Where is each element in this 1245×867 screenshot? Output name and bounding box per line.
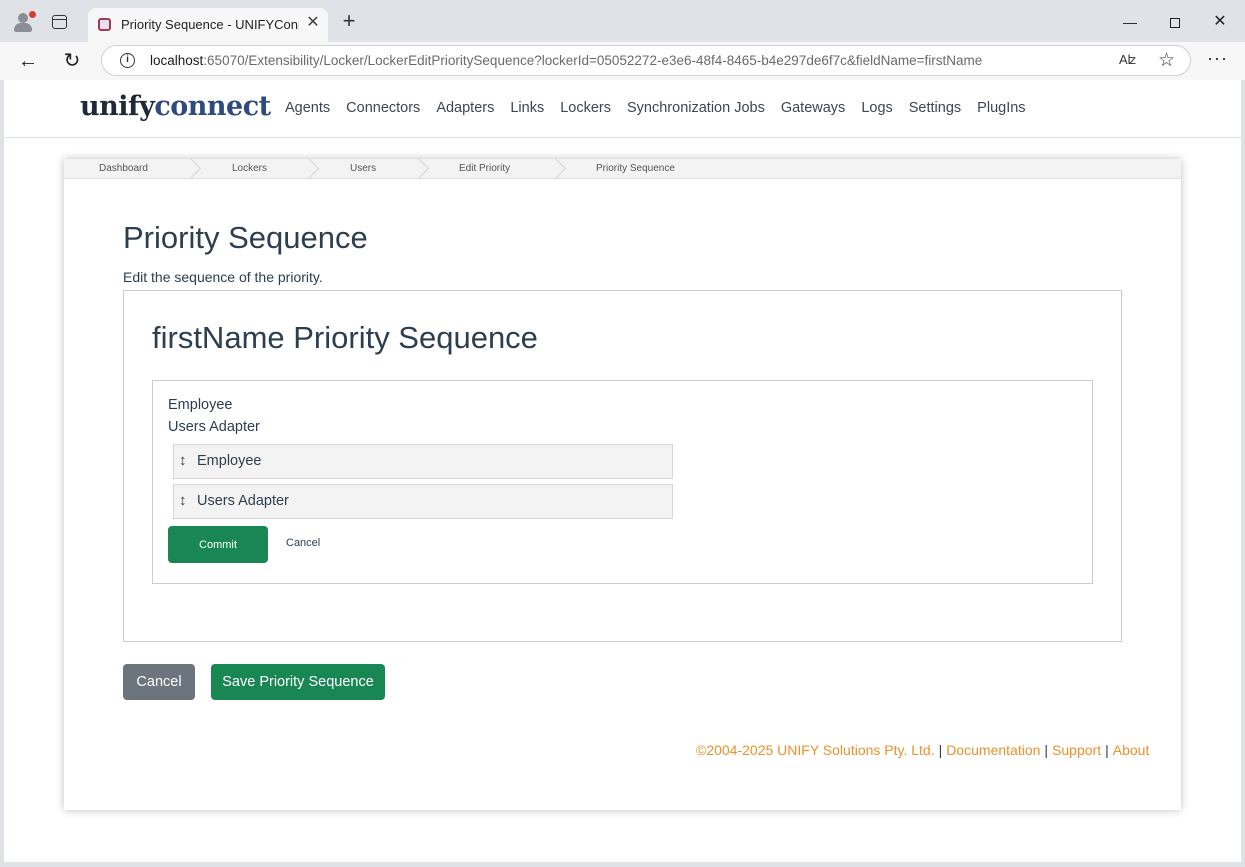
profile-icon[interactable] bbox=[12, 11, 36, 33]
sortable-item-label: Users Adapter bbox=[197, 493, 289, 509]
breadcrumb-separator bbox=[189, 159, 201, 179]
tab-title: Priority Sequence - UNIFYConnect bbox=[121, 17, 299, 32]
breadcrumb-users[interactable]: Users bbox=[350, 163, 376, 174]
site-favicon-icon bbox=[98, 18, 111, 31]
site-footer: ©2004-2025 UNIFY Solutions Pty. Ltd. | Doc… bbox=[696, 742, 1149, 758]
new-tab-button[interactable]: + bbox=[338, 10, 360, 32]
minimize-button[interactable]: — bbox=[1117, 10, 1143, 34]
page-title: Priority Sequence bbox=[123, 220, 368, 255]
reload-icon[interactable]: ↻ bbox=[60, 49, 84, 73]
breadcrumb-separator bbox=[307, 159, 319, 179]
drag-handle-icon[interactable]: ↕ bbox=[179, 452, 187, 469]
breadcrumb-dashboard[interactable]: Dashboard bbox=[99, 163, 148, 174]
footer-about-link[interactable]: About bbox=[1113, 742, 1150, 758]
content-card: Dashboard Lockers Users Edit Priority Pr… bbox=[64, 159, 1181, 810]
back-icon[interactable]: ← bbox=[16, 49, 40, 73]
footer-separator: | bbox=[1044, 742, 1049, 758]
more-menu-icon[interactable]: ··· bbox=[1207, 48, 1228, 69]
url-path: :65070/Extensibility/Locker/LockerEditPr… bbox=[203, 53, 983, 68]
sortable-item-users-adapter[interactable]: ↕ Users Adapter bbox=[173, 484, 673, 519]
drag-handle-icon[interactable]: ↕ bbox=[179, 492, 187, 509]
url-text[interactable]: localhost:65070/Extensibility/Locker/Loc… bbox=[150, 53, 982, 68]
footer-separator: | bbox=[1105, 742, 1109, 758]
browser-titlebar: Priority Sequence - UNIFYConnect ✕ + — ✕ bbox=[0, 0, 1245, 42]
maximize-button[interactable] bbox=[1162, 10, 1188, 34]
tab-close-icon[interactable]: ✕ bbox=[304, 14, 322, 32]
sortable-item-employee[interactable]: ↕ Employee bbox=[173, 444, 673, 479]
footer-support-link[interactable]: Support bbox=[1052, 742, 1101, 758]
nav-connectors[interactable]: Connectors bbox=[346, 100, 420, 116]
address-bar[interactable]: i localhost:65070/Extensibility/Locker/L… bbox=[101, 45, 1191, 76]
list-item: Employee bbox=[168, 397, 233, 413]
browser-tab[interactable]: Priority Sequence - UNIFYConnect ✕ bbox=[88, 8, 328, 42]
sequence-editor: Employee Users Adapter ↕ Employee ↕ User… bbox=[152, 380, 1093, 584]
section-title: firstName Priority Sequence bbox=[152, 320, 538, 355]
maximize-icon bbox=[1170, 18, 1180, 29]
breadcrumb-lockers[interactable]: Lockers bbox=[232, 163, 267, 174]
site-header: unifyconnect Agents Connectors Adapters … bbox=[4, 80, 1241, 138]
window-bottom-edge bbox=[0, 862, 1245, 867]
close-window-button[interactable]: ✕ bbox=[1207, 10, 1233, 34]
commit-button[interactable]: Commit bbox=[168, 526, 268, 563]
breadcrumb-separator bbox=[554, 159, 566, 179]
read-aloud-icon[interactable]: Aʫ bbox=[1119, 52, 1136, 67]
page-viewport: unifyconnect Agents Connectors Adapters … bbox=[4, 80, 1241, 862]
nav-settings[interactable]: Settings bbox=[909, 100, 961, 116]
nav-plugins[interactable]: PlugIns bbox=[977, 100, 1025, 116]
breadcrumb-separator bbox=[417, 159, 429, 179]
nav-links[interactable]: Links bbox=[510, 100, 544, 116]
main-nav: Agents Connectors Adapters Links Lockers… bbox=[285, 100, 1026, 116]
footer-copyright: ©2004-2025 UNIFY Solutions Pty. Ltd. bbox=[696, 742, 935, 758]
favorite-star-icon[interactable]: ☆ bbox=[1158, 49, 1175, 72]
browser-toolbar: ← ↻ i localhost:65070/Extensibility/Lock… bbox=[0, 42, 1245, 80]
footer-separator: | bbox=[938, 742, 943, 758]
tab-actions-icon[interactable] bbox=[52, 15, 67, 29]
unifyconnect-logo[interactable]: unifyconnect bbox=[80, 91, 271, 122]
footer-documentation-link[interactable]: Documentation bbox=[946, 742, 1040, 758]
nav-adapters[interactable]: Adapters bbox=[436, 100, 494, 116]
nav-logs[interactable]: Logs bbox=[861, 100, 892, 116]
nav-lockers[interactable]: Lockers bbox=[560, 100, 611, 116]
nav-gateways[interactable]: Gateways bbox=[781, 100, 845, 116]
save-priority-sequence-button[interactable]: Save Priority Sequence bbox=[211, 664, 385, 700]
sortable-item-label: Employee bbox=[197, 453, 262, 469]
breadcrumb-priority-sequence: Priority Sequence bbox=[596, 163, 675, 174]
nav-agents[interactable]: Agents bbox=[285, 100, 330, 116]
priority-sequence-panel: firstName Priority Sequence Employee Use… bbox=[123, 290, 1122, 642]
nav-synchronization-jobs[interactable]: Synchronization Jobs bbox=[627, 100, 765, 116]
url-host: localhost bbox=[150, 53, 204, 68]
cancel-button[interactable]: Cancel bbox=[123, 664, 195, 700]
inner-cancel-link[interactable]: Cancel bbox=[286, 537, 320, 549]
list-item: Users Adapter bbox=[168, 419, 260, 435]
breadcrumb-edit-priority[interactable]: Edit Priority bbox=[459, 163, 510, 174]
breadcrumb: Dashboard Lockers Users Edit Priority Pr… bbox=[64, 159, 1181, 179]
page-subtitle: Edit the sequence of the priority. bbox=[123, 269, 323, 285]
info-icon[interactable]: i bbox=[120, 53, 135, 68]
